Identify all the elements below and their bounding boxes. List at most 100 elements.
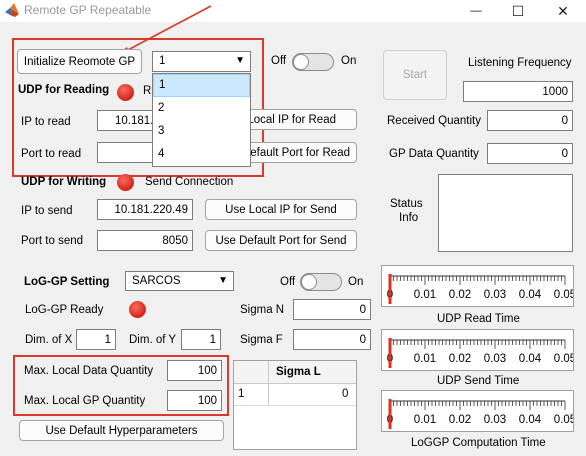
switch-knob[interactable]	[301, 274, 317, 290]
gp-count-dropdown[interactable]: 1 ▼	[152, 51, 251, 72]
gauge-needle	[388, 338, 392, 368]
column-divider	[268, 361, 269, 405]
gp-count-dropdown-list[interactable]: 1 2 3 4	[152, 73, 251, 167]
gauge-tick-label: 0.01	[414, 414, 436, 426]
port-to-read-label: Port to read	[21, 148, 82, 160]
sigma-n-field[interactable]: 0	[293, 299, 371, 320]
default-hyperparameters-button[interactable]: Use Default Hyperparameters	[19, 420, 224, 441]
gauge-tick-label: 0.05	[554, 353, 573, 365]
loggp-switch-off-label: Off	[280, 276, 296, 288]
udp-send-time-gauge: 00.010.020.030.040.05	[381, 329, 576, 371]
port-to-read-field[interactable]	[97, 142, 157, 163]
caret-down-icon: ▼	[218, 275, 228, 286]
run-switch[interactable]	[292, 53, 334, 71]
switch-on-label: On	[341, 55, 357, 67]
default-port-read-button[interactable]: efault Port for Read	[242, 142, 357, 163]
udp-read-title: UDP for Reading	[18, 84, 110, 96]
ip-to-read-label: IP to read	[21, 116, 71, 128]
switch-off-label: Off	[271, 55, 287, 67]
sigma-l-header: Sigma L	[276, 366, 321, 378]
gauge-scale: 00.010.020.030.040.05	[387, 399, 576, 429]
sigma-l-table[interactable]: Sigma L 1 0	[233, 360, 357, 450]
switch-knob[interactable]	[293, 54, 309, 70]
dropdown-option[interactable]: 2	[153, 97, 250, 120]
maximize-icon[interactable]: ☐	[498, 0, 538, 22]
default-port-send-button[interactable]: Use Default Port for Send	[205, 230, 357, 251]
dropdown-option[interactable]: 3	[153, 120, 250, 143]
dim-y-field[interactable]: 1	[181, 329, 221, 350]
local-ip-send-button[interactable]: Use Local IP for Send	[205, 199, 357, 220]
gauge-tick-label: 0.03	[484, 353, 506, 365]
gauge-needle	[388, 274, 392, 304]
loggp-switch-on-label: On	[348, 276, 364, 288]
initialize-remote-gp-button[interactable]: Initialize Reomote GP	[17, 49, 142, 74]
window-title: Remote GP Repeatable	[24, 3, 152, 17]
udp-read-time-label: UDP Read Time	[437, 313, 520, 325]
gauge-tick-label: 0.05	[554, 414, 573, 426]
gauge-needle	[388, 399, 392, 429]
gauge-tick-label: 0.03	[484, 289, 506, 301]
listening-frequency-label: Listening Frequency	[468, 57, 572, 69]
gauge-tick-label: 0.01	[414, 289, 436, 301]
listening-frequency-field[interactable]: 1000	[463, 81, 573, 102]
dropdown-option[interactable]: 1	[153, 74, 250, 97]
max-local-data-label: Max. Local Data Quantity	[24, 365, 154, 377]
close-icon[interactable]: ✕	[543, 0, 583, 22]
status-info-label: Info	[399, 212, 419, 224]
udp-read-lamp-label: R	[143, 85, 152, 97]
row-divider	[234, 405, 356, 406]
dropdown-option[interactable]: 4	[153, 143, 250, 166]
loggp-computation-time-gauge: 00.010.020.030.040.05	[381, 390, 576, 432]
gauge-tick-label: 0.02	[449, 353, 471, 365]
gauge-tick-label: 0.02	[449, 414, 471, 426]
loggp-ready-lamp	[129, 301, 146, 318]
gauge-tick-label: 0.05	[554, 289, 573, 301]
max-local-gp-field[interactable]: 100	[167, 390, 222, 411]
loggp-ready-label: LoG-GP Ready	[25, 304, 104, 316]
gp-data-quantity-field[interactable]: 0	[487, 143, 573, 164]
matlab-logo-icon	[5, 3, 19, 17]
udp-read-time-gauge: 00.010.020.030.040.05	[381, 265, 576, 307]
title-bar: Remote GP Repeatable — ☐ ✕	[0, 0, 586, 22]
received-quantity-field[interactable]: 0	[487, 110, 573, 131]
dim-y-label: Dim. of Y	[129, 334, 177, 346]
udp-write-lamp	[117, 174, 134, 191]
status-label: Status	[390, 198, 423, 210]
ip-to-read-field[interactable]: 10.181.	[97, 110, 157, 131]
gauge-tick-label: 0.03	[484, 414, 506, 426]
received-quantity-label: Received Quantity	[387, 115, 481, 127]
sigma-f-label: Sigma F	[240, 334, 283, 346]
gauge-tick-label: 0.04	[519, 289, 542, 301]
udp-read-lamp	[117, 84, 134, 101]
max-local-data-field[interactable]: 100	[167, 360, 222, 381]
loggp-switch[interactable]	[300, 273, 342, 291]
caret-down-icon: ▼	[235, 55, 245, 66]
udp-write-title: UDP for Writing	[21, 176, 107, 188]
gauge-tick-label: 0.04	[519, 414, 542, 426]
gp-data-quantity-label: GP Data Quantity	[389, 148, 479, 160]
dim-x-label: Dim. of X	[25, 334, 73, 346]
gauge-tick-label: 0.01	[414, 353, 436, 365]
model-dropdown-value: SARCOS	[132, 275, 181, 287]
dim-x-field[interactable]: 1	[76, 329, 116, 350]
table-row-index: 1	[238, 388, 245, 400]
table-cell-value[interactable]: 0	[342, 388, 348, 400]
port-to-send-label: Port to send	[21, 235, 84, 247]
model-dropdown[interactable]: SARCOS ▼	[125, 271, 234, 291]
gauge-scale: 00.010.020.030.040.05	[387, 338, 576, 368]
sigma-f-field[interactable]: 0	[293, 329, 371, 350]
sigma-n-label: Sigma N	[240, 304, 285, 316]
max-local-gp-label: Max. Local GP Quantity	[24, 395, 146, 407]
gauge-tick-label: 0.02	[449, 289, 471, 301]
local-ip-read-button[interactable]: Local IP for Read	[242, 109, 357, 130]
port-to-send-field[interactable]: 8050	[97, 230, 193, 251]
udp-send-time-label: UDP Send Time	[437, 375, 520, 387]
start-button[interactable]: Start	[383, 50, 447, 100]
ip-to-send-label: IP to send	[21, 205, 73, 217]
dropdown-value: 1	[159, 55, 166, 67]
loggp-computation-time-label: LoGGP Computation Time	[411, 437, 546, 449]
status-info-box[interactable]	[438, 174, 573, 252]
minimize-icon[interactable]: —	[456, 0, 496, 22]
gauge-tick-label: 0.04	[519, 353, 542, 365]
ip-to-send-field[interactable]: 10.181.220.49	[97, 199, 193, 220]
